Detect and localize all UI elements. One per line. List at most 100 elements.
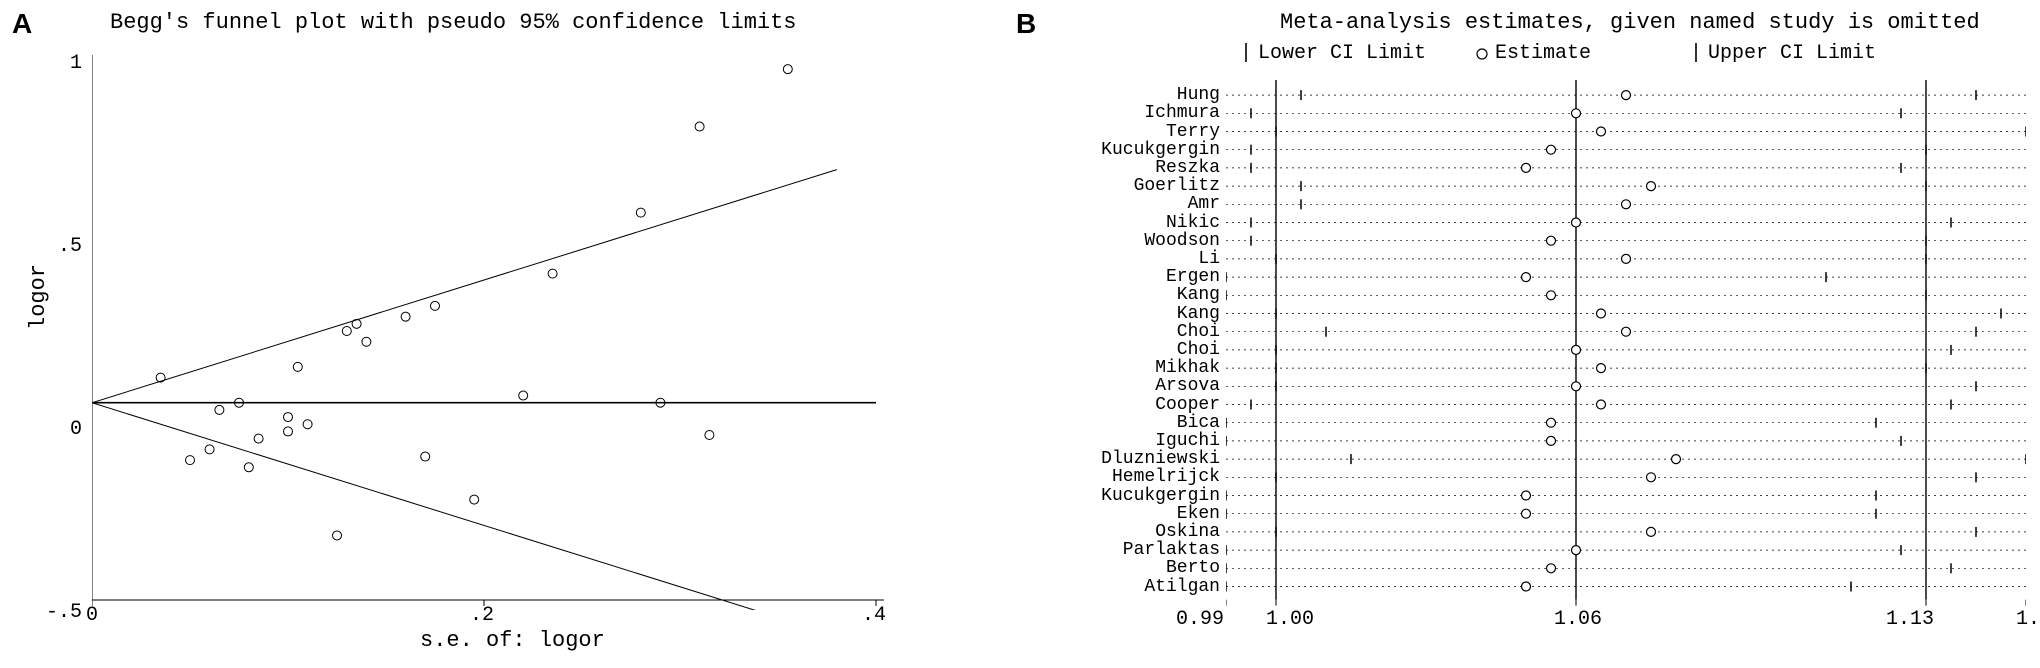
funnel-point: [548, 269, 557, 278]
funnel-point: [254, 434, 263, 443]
forest-estimate: [1622, 91, 1631, 100]
funnel-point: [431, 301, 440, 310]
funnel-point: [342, 327, 351, 336]
forest-plot: [1226, 80, 2026, 650]
panel-a-ytick-1: 1: [52, 52, 82, 75]
legend-lower-text: Lower CI Limit: [1258, 42, 1426, 65]
study-label: Reszka: [1060, 158, 1220, 178]
study-label: Choi: [1060, 322, 1220, 342]
study-label: Woodson: [1060, 231, 1220, 251]
panel-b-xtick: 1.06: [1554, 608, 1602, 631]
panel-b-label: B: [1016, 8, 1036, 40]
study-label: Eken: [1060, 504, 1220, 524]
study-label: Kucukgergin: [1060, 486, 1220, 506]
funnel-point: [293, 362, 302, 371]
study-label: Mikhak: [1060, 358, 1220, 378]
funnel-point: [303, 420, 312, 429]
study-label: Nikic: [1060, 213, 1220, 233]
forest-estimate: [1572, 382, 1581, 391]
study-label: Parlaktas: [1060, 540, 1220, 560]
legend-estimate-mark: [1475, 47, 1489, 61]
forest-estimate: [1647, 473, 1656, 482]
funnel-point: [205, 445, 214, 454]
funnel-point: [362, 337, 371, 346]
study-label: Li: [1060, 249, 1220, 269]
study-label: Oskina: [1060, 522, 1220, 542]
panel-b-xtick: 1.13: [1886, 608, 1934, 631]
forest-estimate: [1547, 236, 1556, 245]
study-label: Amr: [1060, 194, 1220, 214]
study-label: Dluzniewski: [1060, 449, 1220, 469]
legend-upper-mark: |: [1690, 42, 1702, 65]
forest-estimate: [1647, 182, 1656, 191]
legend-estimate-text: Estimate: [1495, 42, 1591, 65]
forest-estimate: [1647, 527, 1656, 536]
funnel-point: [352, 319, 361, 328]
panel-b-xtick: 1.00: [1266, 608, 1314, 631]
funnel-point: [186, 456, 195, 465]
study-label: Arsova: [1060, 376, 1220, 396]
study-label: Atilgan: [1060, 577, 1220, 597]
funnel-point: [215, 405, 224, 414]
forest-estimate: [1597, 127, 1606, 136]
study-label: Bica: [1060, 413, 1220, 433]
study-label: Kucukgergin: [1060, 140, 1220, 160]
forest-estimate: [1622, 327, 1631, 336]
study-label: Iguchi: [1060, 431, 1220, 451]
forest-estimate: [1572, 109, 1581, 118]
forest-estimate: [1622, 200, 1631, 209]
forest-estimate: [1547, 436, 1556, 445]
study-label: Terry: [1060, 122, 1220, 142]
funnel-point: [470, 495, 479, 504]
forest-estimate: [1522, 509, 1531, 518]
funnel-point: [244, 463, 253, 472]
study-label: Choi: [1060, 340, 1220, 360]
panel-a-ytick-0: 0: [52, 418, 82, 441]
panel-a-ytick-05: .5: [52, 235, 82, 258]
forest-estimate: [1597, 400, 1606, 409]
funnel-point: [284, 427, 293, 436]
panel-a-ylabel: logor: [26, 264, 51, 330]
forest-estimate: [1597, 309, 1606, 318]
funnel-point: [333, 531, 342, 540]
study-label: Cooper: [1060, 395, 1220, 415]
panel-a-xlabel: s.e. of: logor: [420, 628, 605, 653]
forest-estimate: [1572, 546, 1581, 555]
funnel-point: [705, 431, 714, 440]
funnel-plot: [92, 55, 884, 610]
study-label: Berto: [1060, 558, 1220, 578]
legend-upper-text: Upper CI Limit: [1708, 42, 1876, 65]
panel-b-xtick: 1.15: [2016, 608, 2040, 631]
forest-estimate: [1572, 345, 1581, 354]
study-label: Hemelrijck: [1060, 467, 1220, 487]
panel-b-title: Meta-analysis estimates, given named stu…: [1280, 10, 1980, 35]
panel-a-ytick-neg05: -.5: [40, 601, 82, 624]
funnel-point: [421, 452, 430, 461]
forest-estimate: [1522, 273, 1531, 282]
forest-estimate: [1547, 418, 1556, 427]
forest-estimate: [1572, 218, 1581, 227]
forest-estimate: [1522, 491, 1531, 500]
forest-estimate: [1522, 163, 1531, 172]
funnel-point: [783, 65, 792, 74]
forest-estimate: [1547, 291, 1556, 300]
study-label: Ichmura: [1060, 103, 1220, 123]
panel-a-title: Begg's funnel plot with pseudo 95% confi…: [110, 10, 797, 35]
study-label: Hung: [1060, 85, 1220, 105]
forest-estimate: [1597, 364, 1606, 373]
funnel-point: [636, 208, 645, 217]
forest-estimate: [1622, 254, 1631, 263]
study-label: Kang: [1060, 285, 1220, 305]
forest-estimate: [1547, 564, 1556, 573]
study-label: Ergen: [1060, 267, 1220, 287]
forest-estimate: [1522, 582, 1531, 591]
panel-b-xtick: 0.99: [1176, 608, 1224, 631]
funnel-point: [519, 391, 528, 400]
study-label: Kang: [1060, 304, 1220, 324]
study-label: Goerlitz: [1060, 176, 1220, 196]
forest-estimate: [1547, 145, 1556, 154]
funnel-point: [284, 413, 293, 422]
funnel-point: [695, 122, 704, 131]
funnel-point: [401, 312, 410, 321]
panel-a-label: A: [12, 8, 32, 40]
